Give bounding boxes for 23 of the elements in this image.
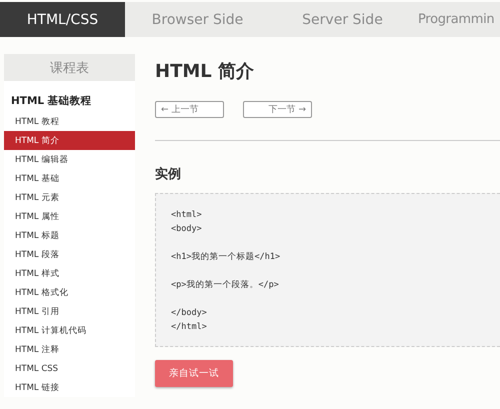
sidebar-item[interactable]: HTML 段落	[4, 245, 135, 264]
sidebar-item[interactable]: HTML 元素	[4, 188, 135, 207]
code-block: <html> <body> <h1>我的第一个标题</h1> <p>我的第一个段落。</p> </body> </html>	[155, 193, 500, 347]
sidebar-item[interactable]: HTML CSS	[4, 359, 135, 378]
sidebar-item[interactable]: HTML 标题	[4, 226, 135, 245]
sidebar-item[interactable]: HTML 属性	[4, 207, 135, 226]
example-heading: 实例	[155, 166, 182, 183]
next-button[interactable]: 下一节 →	[243, 101, 312, 118]
sidebar-item[interactable]: HTML 教程	[4, 112, 135, 131]
sidebar-item[interactable]: HTML 注释	[4, 340, 135, 359]
sidebar-item[interactable]: HTML 链接	[4, 378, 135, 397]
nav-tab[interactable]: HTML/CSS	[0, 2, 125, 37]
sidebar-item[interactable]: HTML 格式化	[4, 283, 135, 302]
sidebar-item[interactable]: HTML 样式	[4, 264, 135, 283]
sidebar-item[interactable]: HTML 编辑器	[4, 150, 135, 169]
sidebar-header: 课程表	[4, 54, 135, 81]
previous-button[interactable]: ← 上一节	[155, 101, 224, 118]
sidebar-item[interactable]: HTML 基础	[4, 169, 135, 188]
sidebar-item[interactable]: HTML 引用	[4, 302, 135, 321]
sidebar-item[interactable]: HTML 简介	[4, 131, 135, 150]
sidebar-section-title: HTML 基础教程	[10, 94, 93, 109]
sidebar-item[interactable]: HTML 计算机代码	[4, 321, 135, 340]
page-title: HTML 简介	[155, 60, 255, 84]
